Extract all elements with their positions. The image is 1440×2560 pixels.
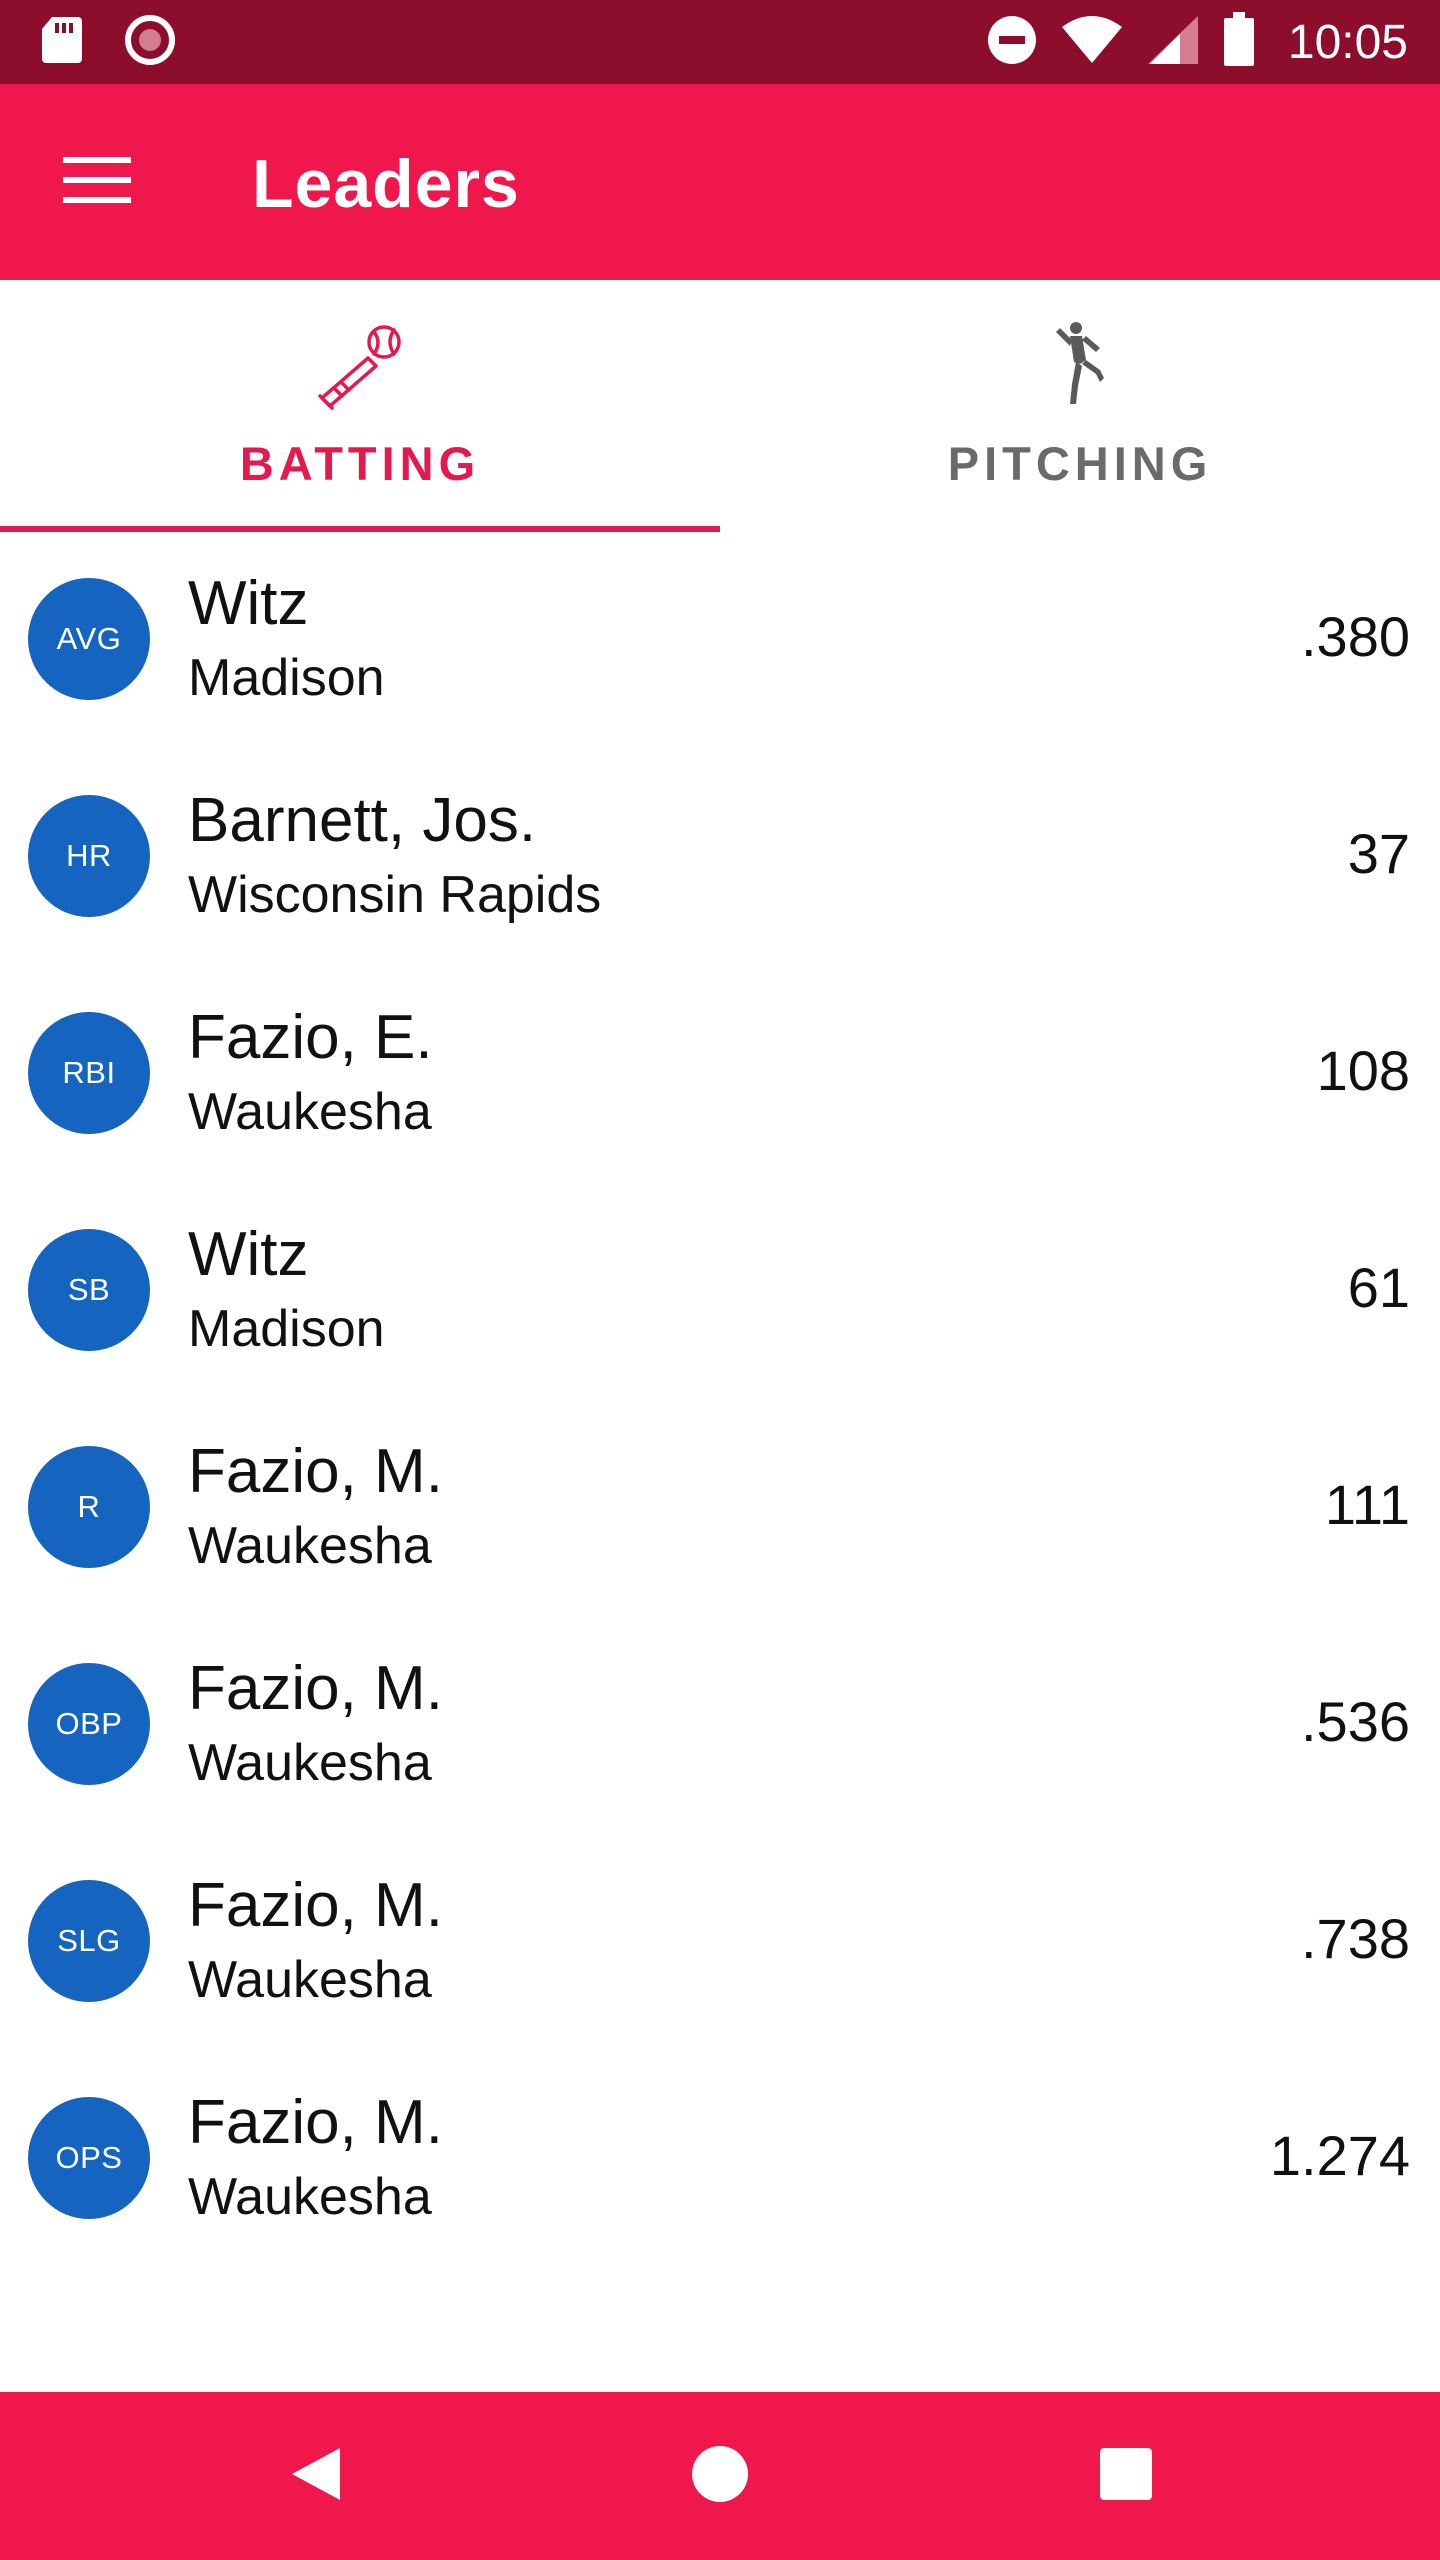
player-name: Fazio, M. <box>188 1871 443 1940</box>
menu-button[interactable] <box>50 142 144 222</box>
stat-badge: R <box>28 1446 150 1568</box>
stat-badge: SB <box>28 1229 150 1351</box>
player-name: Fazio, M. <box>188 1654 443 1723</box>
stat-value: 61 <box>1347 1256 1410 1319</box>
hamburger-menu-icon <box>63 155 131 210</box>
list-item[interactable]: SB Witz Madison 61 <box>0 1183 1440 1400</box>
tab-bar: BATTING PITCHING <box>0 280 1440 532</box>
stat-value: .380 <box>1301 605 1410 668</box>
player-name: Witz <box>188 569 309 638</box>
wifi-icon <box>1060 15 1124 70</box>
team-name: Wisconsin Rapids <box>188 866 602 924</box>
tab-batting-label: BATTING <box>239 437 481 490</box>
player-name: Fazio, M. <box>188 2088 443 2157</box>
stat-value: 37 <box>1347 822 1410 885</box>
list-item[interactable]: OBP Fazio, M. Waukesha .536 <box>0 1617 1440 1834</box>
list-item[interactable]: RBI Fazio, E. Waukesha 108 <box>0 966 1440 1183</box>
recents-icon <box>1094 2442 1158 2511</box>
list-item[interactable]: OPS Fazio, M. Waukesha 1.274 <box>0 2051 1440 2268</box>
stat-badge: AVG <box>28 578 150 700</box>
do-not-disturb-icon <box>986 14 1038 71</box>
baseball-bat-icon <box>310 314 410 414</box>
app-bar: Leaders <box>0 84 1440 280</box>
player-name: Fazio, M. <box>188 1437 443 1506</box>
stat-badge: OBP <box>28 1663 150 1785</box>
player-name: Witz <box>188 1220 309 1289</box>
team-name: Madison <box>188 649 385 707</box>
page-title: Leaders <box>252 146 520 222</box>
status-left-icons <box>40 14 176 71</box>
status-right-icons: 10:05 <box>986 11 1408 73</box>
pitcher-icon <box>1030 314 1130 414</box>
stat-badge: HR <box>28 795 150 917</box>
back-button[interactable] <box>276 2436 356 2516</box>
stat-value: .536 <box>1301 1690 1410 1753</box>
player-name: Barnett, Jos. <box>188 786 537 855</box>
cell-signal-icon <box>1146 14 1200 71</box>
home-button[interactable] <box>680 2436 760 2516</box>
stat-value: 108 <box>1316 1039 1410 1102</box>
recents-button[interactable] <box>1086 2436 1166 2516</box>
back-icon <box>284 2442 348 2511</box>
system-nav-bar <box>0 2392 1440 2560</box>
stat-badge: RBI <box>28 1012 150 1134</box>
team-name: Waukesha <box>188 1734 432 1792</box>
status-time: 10:05 <box>1287 15 1408 69</box>
stat-value: 1.274 <box>1269 2124 1410 2187</box>
team-name: Waukesha <box>188 1517 432 1575</box>
player-name: Fazio, E. <box>188 1003 433 1072</box>
tab-pitching[interactable]: PITCHING <box>720 280 1440 532</box>
battery-icon <box>1222 11 1256 73</box>
list-item[interactable]: SLG Fazio, M. Waukesha .738 <box>0 1834 1440 2051</box>
list-item[interactable]: AVG Witz Madison .380 <box>0 532 1440 749</box>
list-item[interactable]: R Fazio, M. Waukesha 111 <box>0 1400 1440 1617</box>
team-name: Madison <box>188 1300 385 1358</box>
status-bar: 10:05 <box>0 0 1440 84</box>
tab-pitching-label: PITCHING <box>947 437 1213 490</box>
team-name: Waukesha <box>188 1951 432 2009</box>
stat-value: 111 <box>1324 1473 1410 1536</box>
team-name: Waukesha <box>188 2168 432 2226</box>
stat-badge: SLG <box>28 1880 150 2002</box>
sd-card-icon <box>40 15 84 70</box>
stat-value: .738 <box>1301 1907 1410 1970</box>
home-icon <box>688 2442 752 2511</box>
record-icon <box>124 14 176 71</box>
stat-badge: OPS <box>28 2097 150 2219</box>
leaders-list: AVG Witz Madison .380 HR Barnett, Jos. W… <box>0 532 1440 2268</box>
list-item[interactable]: HR Barnett, Jos. Wisconsin Rapids 37 <box>0 749 1440 966</box>
team-name: Waukesha <box>188 1083 432 1141</box>
tab-batting[interactable]: BATTING <box>0 280 720 532</box>
